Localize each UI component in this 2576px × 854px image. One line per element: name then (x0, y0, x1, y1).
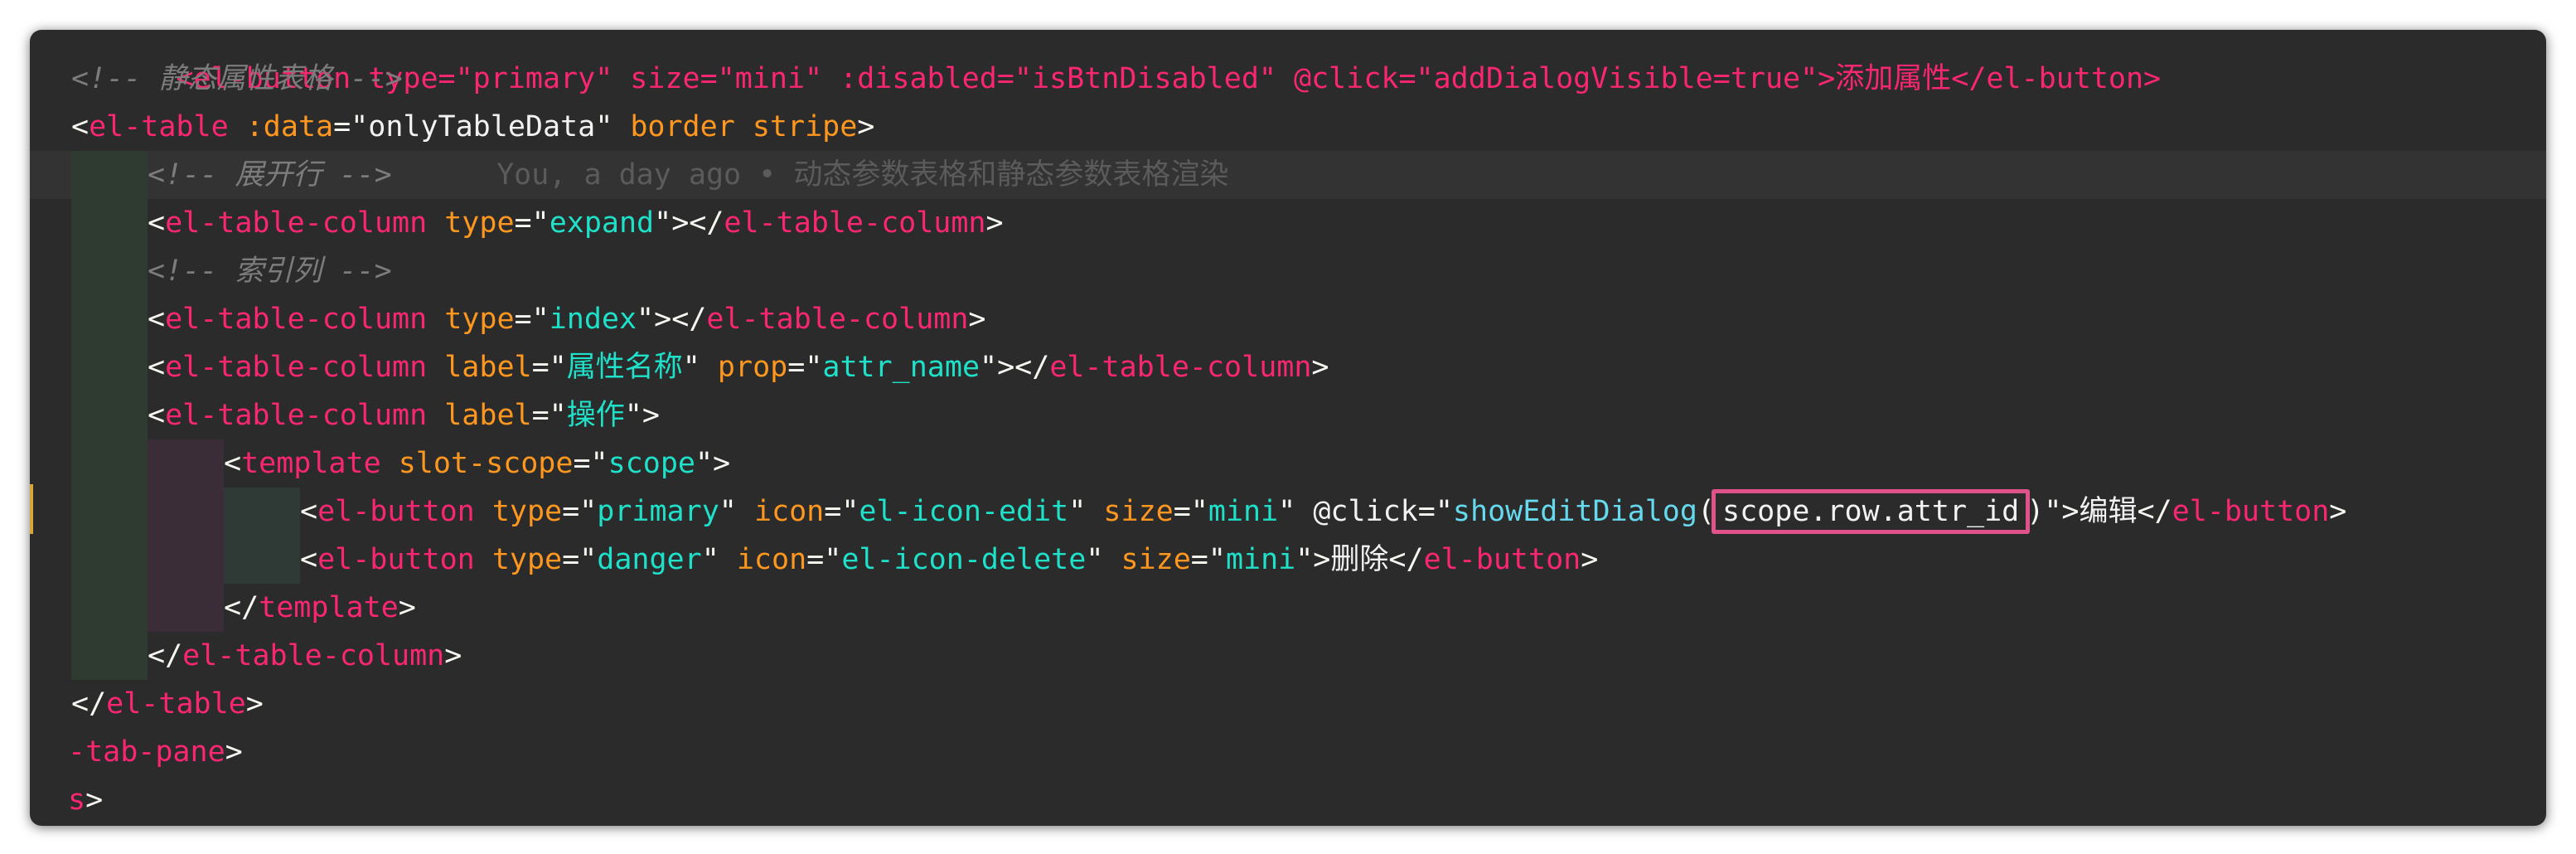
argument-scope-row-attr-id: scope.row.attr_id (1722, 495, 2020, 528)
tag-el-table-column: el-table-column (165, 399, 428, 432)
tag-close-template: template (259, 591, 399, 624)
attr-click-event: @click (1313, 495, 1418, 528)
attr-prop: prop (717, 351, 788, 384)
code-line-partial-close: s> (68, 776, 2546, 824)
value-attr-name: attr_name (822, 351, 981, 384)
value-onlyTableData: onlyTableData (368, 110, 596, 143)
attr-label: label (444, 351, 532, 384)
value-mini: mini (1208, 495, 1279, 528)
code-line-comment-index: <!-- 索引列 --> (71, 247, 2546, 295)
value-attr-name-label: 属性名称 (566, 351, 683, 384)
value-el-icon-edit: el-icon-edit (859, 495, 1069, 528)
tag-close-el-table-column: el-table-column (724, 206, 986, 240)
code-editor[interactable]: <el-button type="primary" size="mini" :d… (30, 30, 2546, 826)
git-change-marker (30, 484, 33, 534)
code-line-table-close: </el-table> (71, 680, 2546, 728)
button-text-edit: 编辑 (2079, 495, 2138, 528)
tag-close-el-table-column: el-table-column (182, 639, 445, 672)
value-el-icon-delete: el-icon-delete (841, 543, 1087, 576)
code-line-column-index: <el-table-column type="index"></el-table… (71, 295, 2546, 343)
code-line-button-edit: <el-button type="primary" icon="el-icon-… (71, 488, 2546, 536)
code-line-comment-expand: <!-- 展开行 --> You, a day ago • 动态参数表格和静态参… (30, 151, 2546, 199)
attr-label: label (444, 399, 532, 432)
tag-el-table: el-table (89, 110, 229, 143)
tag-close-tab-pane: -tab-pane (68, 735, 225, 769)
tag-close-el-table-column: el-table-column (1049, 351, 1312, 384)
code-line-partial-top: <el-button type="primary" size="mini" :d… (71, 30, 2546, 95)
function-showEditDialog: showEditDialog (1452, 495, 1697, 528)
value-index: index (549, 303, 637, 336)
git-blame-annotation: You, a day ago • 动态参数表格和静态参数表格渲染 (496, 158, 1229, 192)
value-primary: primary (597, 495, 719, 528)
value-danger: danger (597, 543, 702, 576)
code-line-column-attr-name: <el-table-column label="属性名称" prop="attr… (71, 343, 2546, 391)
code-line-tab-pane-close: -tab-pane> (68, 728, 2546, 776)
value-mini: mini (1225, 543, 1296, 576)
attr-slot-scope: slot-scope (398, 447, 574, 480)
code-line-template-close: </template> (71, 584, 2546, 632)
tag-el-table-column: el-table-column (165, 303, 428, 336)
attr-type: type (444, 206, 515, 240)
attr-type: type (444, 303, 515, 336)
button-text-delete: 删除 (1330, 543, 1389, 576)
code-line-template-open: <template slot-scope="scope"> (71, 439, 2546, 488)
tag-template: template (241, 447, 381, 480)
value-operation: 操作 (566, 399, 625, 432)
code-line-column-expand: <el-table-column type="expand"></el-tabl… (71, 199, 2546, 247)
tag-close-el-table: el-table (106, 687, 246, 721)
attr-border: border (630, 110, 735, 143)
comment-expand-row: <!-- 展开行 --> (148, 158, 392, 192)
code-line-comment-static-table: <!-- 静态属性表格 --> (71, 55, 2546, 103)
tag-el-table-column: el-table-column (165, 351, 428, 384)
code-line-column-close: </el-table-column> (71, 632, 2546, 680)
tag-close-el-button: el-button (1423, 543, 1581, 576)
tag-el-button: el-button (317, 495, 475, 528)
code-area[interactable]: <el-button type="primary" size="mini" :d… (30, 30, 2546, 824)
tag-el-table-column: el-table-column (165, 206, 428, 240)
attr-stripe: stripe (752, 110, 858, 143)
tag-close-el-table-column: el-table-column (706, 303, 969, 336)
highlighted-argument-box: scope.row.attr_id (1712, 489, 2031, 534)
value-scope: scope (608, 447, 695, 480)
comment-static-table: <!-- 静态属性表格 --> (71, 62, 403, 95)
code-line-column-operation: <el-table-column label="操作"> (71, 391, 2546, 439)
value-expand: expand (549, 206, 655, 240)
tag-close-el-button: el-button (2172, 495, 2330, 528)
tag-el-button: el-button (317, 543, 475, 576)
code-line-button-delete: <el-button type="danger" icon="el-icon-d… (71, 536, 2546, 584)
comment-index-column: <!-- 索引列 --> (148, 255, 392, 288)
tag-close-partial: s (68, 784, 86, 817)
attr-data: :data (245, 110, 334, 143)
code-line-el-table-open: <el-table :data="onlyTableData" border s… (71, 103, 2546, 151)
